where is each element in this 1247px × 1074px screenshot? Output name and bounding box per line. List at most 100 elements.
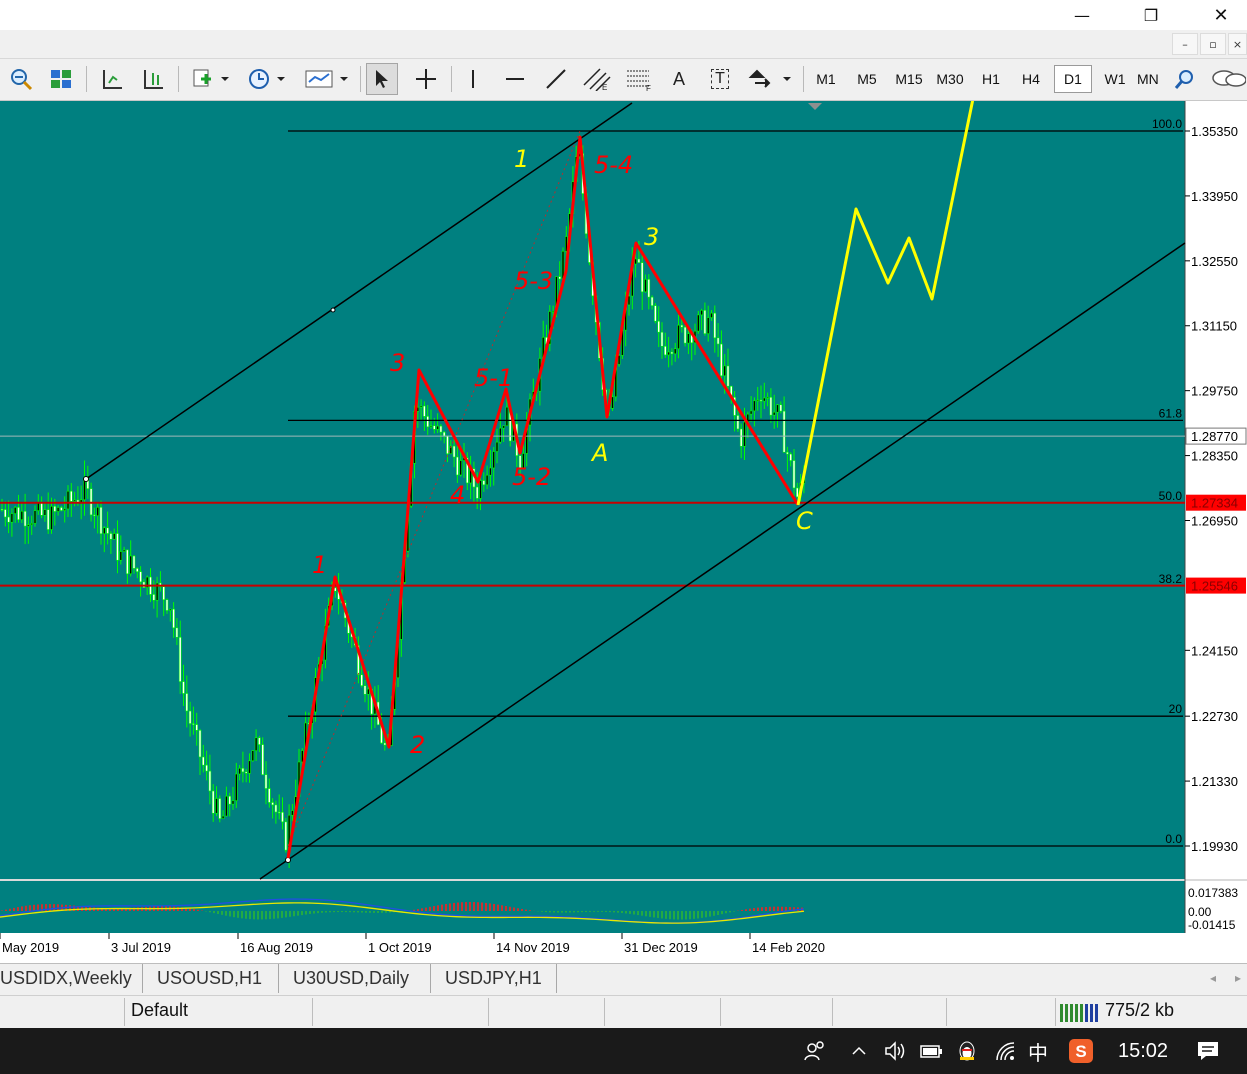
candle-body — [267, 788, 271, 803]
candle-body — [753, 400, 756, 412]
indicator-tick-label: 0.017383 — [1188, 886, 1238, 900]
mdi-minimize-button[interactable]: – — [1172, 33, 1198, 55]
candle-body — [687, 333, 690, 344]
ime-indicator[interactable]: 中 — [1022, 1028, 1054, 1074]
price-chart[interactable]: 100.0 61.8 50.0 38.2 20 0.0 1 2 3 4 5-1 5-2 5-3 5-4 1 3… — [0, 88, 1247, 963]
search-icon[interactable] — [1170, 63, 1200, 95]
profile-name[interactable]: Default — [131, 1000, 188, 1021]
candle-body — [139, 571, 142, 583]
chart-shift-icon[interactable] — [97, 63, 127, 95]
svg-text:F: F — [646, 84, 651, 91]
zoom-out-icon[interactable] — [6, 63, 36, 95]
candle-body — [165, 599, 169, 611]
candle-body — [383, 742, 387, 746]
arrows-icon[interactable] — [745, 63, 795, 95]
chart-window[interactable]: 100.0 61.8 50.0 38.2 20 0.0 1 2 3 4 5-1 5-2 5-3 5-4 1 3… — [0, 88, 1247, 963]
timeframe-d1[interactable]: D1 — [1054, 65, 1092, 93]
candle-body — [419, 405, 423, 408]
people-icon[interactable] — [798, 1028, 832, 1074]
qq-penguin-icon[interactable] — [952, 1028, 982, 1074]
crosshair-icon[interactable] — [410, 63, 442, 95]
candle-body — [56, 507, 60, 512]
timeframe-m15[interactable]: M15 — [889, 65, 929, 93]
wifi-icon[interactable] — [990, 1028, 1022, 1074]
title-bar: — ❐ ✕ — [0, 0, 1247, 30]
trendline-icon[interactable] — [541, 63, 571, 95]
fib-level-label: 0.0 — [1165, 832, 1182, 846]
candle-body — [650, 296, 654, 306]
timeframe-m5[interactable]: M5 — [849, 65, 885, 93]
traffic-label: 775/2 kb — [1105, 1000, 1175, 1020]
mdi-restore-button[interactable]: ▫ — [1200, 33, 1226, 55]
candle-body — [205, 764, 208, 772]
tab-u30usd-daily[interactable]: U30USD,Daily — [279, 964, 431, 993]
candle-body — [654, 305, 657, 322]
candle-body — [185, 693, 189, 712]
channel-anchor — [330, 307, 336, 313]
timeframe-w1[interactable]: W1 — [1096, 65, 1134, 93]
handwritten-label-red: 4 — [450, 481, 465, 509]
sogou-input-icon[interactable]: S — [1066, 1028, 1096, 1074]
equidistant-channel-icon[interactable]: E — [580, 63, 614, 95]
timeframe-h1[interactable]: H1 — [973, 65, 1009, 93]
candle-body — [706, 317, 710, 334]
tab-usousd-h1[interactable]: USOUSD,H1 — [143, 964, 279, 993]
volume-icon[interactable] — [880, 1028, 910, 1074]
chevron-up-icon[interactable] — [846, 1028, 872, 1074]
tab-usdidx-weekly[interactable]: USDIDX,Weekly — [0, 964, 143, 993]
fib-level-label: 20 — [1169, 702, 1183, 716]
candle-body — [70, 490, 73, 502]
timeframe-m1[interactable]: M1 — [808, 65, 844, 93]
price-tick-label: 1.21330 — [1191, 774, 1238, 789]
red-price-label: 1.27334 — [1191, 496, 1238, 511]
horizontal-line-icon[interactable] — [500, 63, 530, 95]
candle-body — [195, 724, 198, 731]
price-tick-label: 1.31150 — [1191, 319, 1237, 334]
restore-button[interactable]: ❐ — [1128, 0, 1174, 30]
text-tool-button[interactable]: A — [664, 63, 694, 95]
minimize-button[interactable]: — — [1059, 0, 1105, 30]
periods-clock-icon[interactable] — [244, 63, 290, 95]
candle-body — [66, 490, 70, 510]
candle-body — [162, 586, 165, 601]
candle-body — [73, 499, 76, 502]
candle-body — [505, 406, 509, 427]
candle-body — [241, 767, 245, 773]
candle-body — [53, 505, 57, 512]
indicators-icon[interactable] — [188, 63, 234, 95]
autoscroll-icon[interactable] — [138, 63, 168, 95]
price-tick-label: 1.29750 — [1191, 384, 1238, 399]
candle-body — [663, 345, 667, 356]
price-scale — [1185, 101, 1247, 879]
tabs-scroll-left-icon[interactable]: ◂ — [1203, 968, 1223, 988]
candle-body — [274, 804, 278, 813]
close-button[interactable]: ✕ — [1198, 0, 1244, 30]
price-tick-label: 1.24150 — [1191, 643, 1238, 658]
candle-body — [244, 771, 248, 774]
vertical-line-icon[interactable] — [458, 63, 488, 95]
templates-icon[interactable] — [302, 63, 352, 95]
cursor-arrow-icon[interactable] — [366, 63, 398, 95]
candle-body — [726, 365, 730, 387]
candle-body — [112, 533, 116, 540]
tabs-scroll-right-icon[interactable]: ▸ — [1229, 968, 1247, 988]
candle-body — [647, 279, 651, 298]
clock[interactable]: 15:02 — [1110, 1028, 1176, 1074]
mdi-close-button[interactable]: × — [1228, 33, 1247, 55]
text-label-button[interactable]: T — [705, 63, 735, 95]
candle-body — [284, 821, 288, 851]
timeframe-mn[interactable]: MN — [1137, 65, 1163, 93]
notifications-icon[interactable] — [1190, 1028, 1226, 1074]
tile-windows-icon[interactable] — [46, 63, 76, 95]
candle-body — [188, 710, 192, 724]
timeframe-h4[interactable]: H4 — [1013, 65, 1049, 93]
battery-icon[interactable] — [916, 1028, 946, 1074]
tab-usdjpy-h1[interactable]: USDJPY,H1 — [431, 964, 557, 993]
handwritten-label-red: 5-1 — [474, 364, 513, 392]
candle-body — [795, 487, 799, 498]
chat-icon[interactable] — [1210, 63, 1247, 95]
fibonacci-retracement-icon[interactable]: F — [622, 63, 656, 95]
candle-body — [251, 750, 255, 762]
handwritten-label-red: 5-3 — [514, 267, 553, 295]
timeframe-m30[interactable]: M30 — [930, 65, 970, 93]
